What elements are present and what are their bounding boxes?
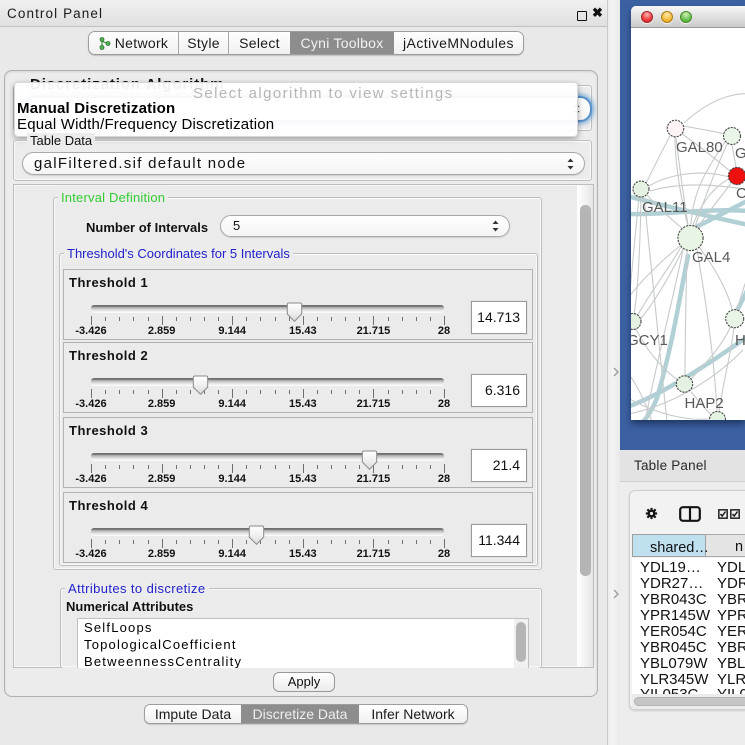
svg-text:GCY1: GCY1 — [631, 332, 668, 349]
svg-text:GA: GA — [735, 145, 745, 162]
svg-text:GAL11: GAL11 — [642, 199, 688, 216]
svg-text:GAL4: GAL4 — [692, 249, 730, 266]
svg-text:GAL80: GAL80 — [676, 139, 723, 156]
svg-text:C: C — [736, 185, 745, 202]
svg-text:H: H — [735, 332, 745, 349]
svg-text:HAP2: HAP2 — [685, 395, 724, 412]
